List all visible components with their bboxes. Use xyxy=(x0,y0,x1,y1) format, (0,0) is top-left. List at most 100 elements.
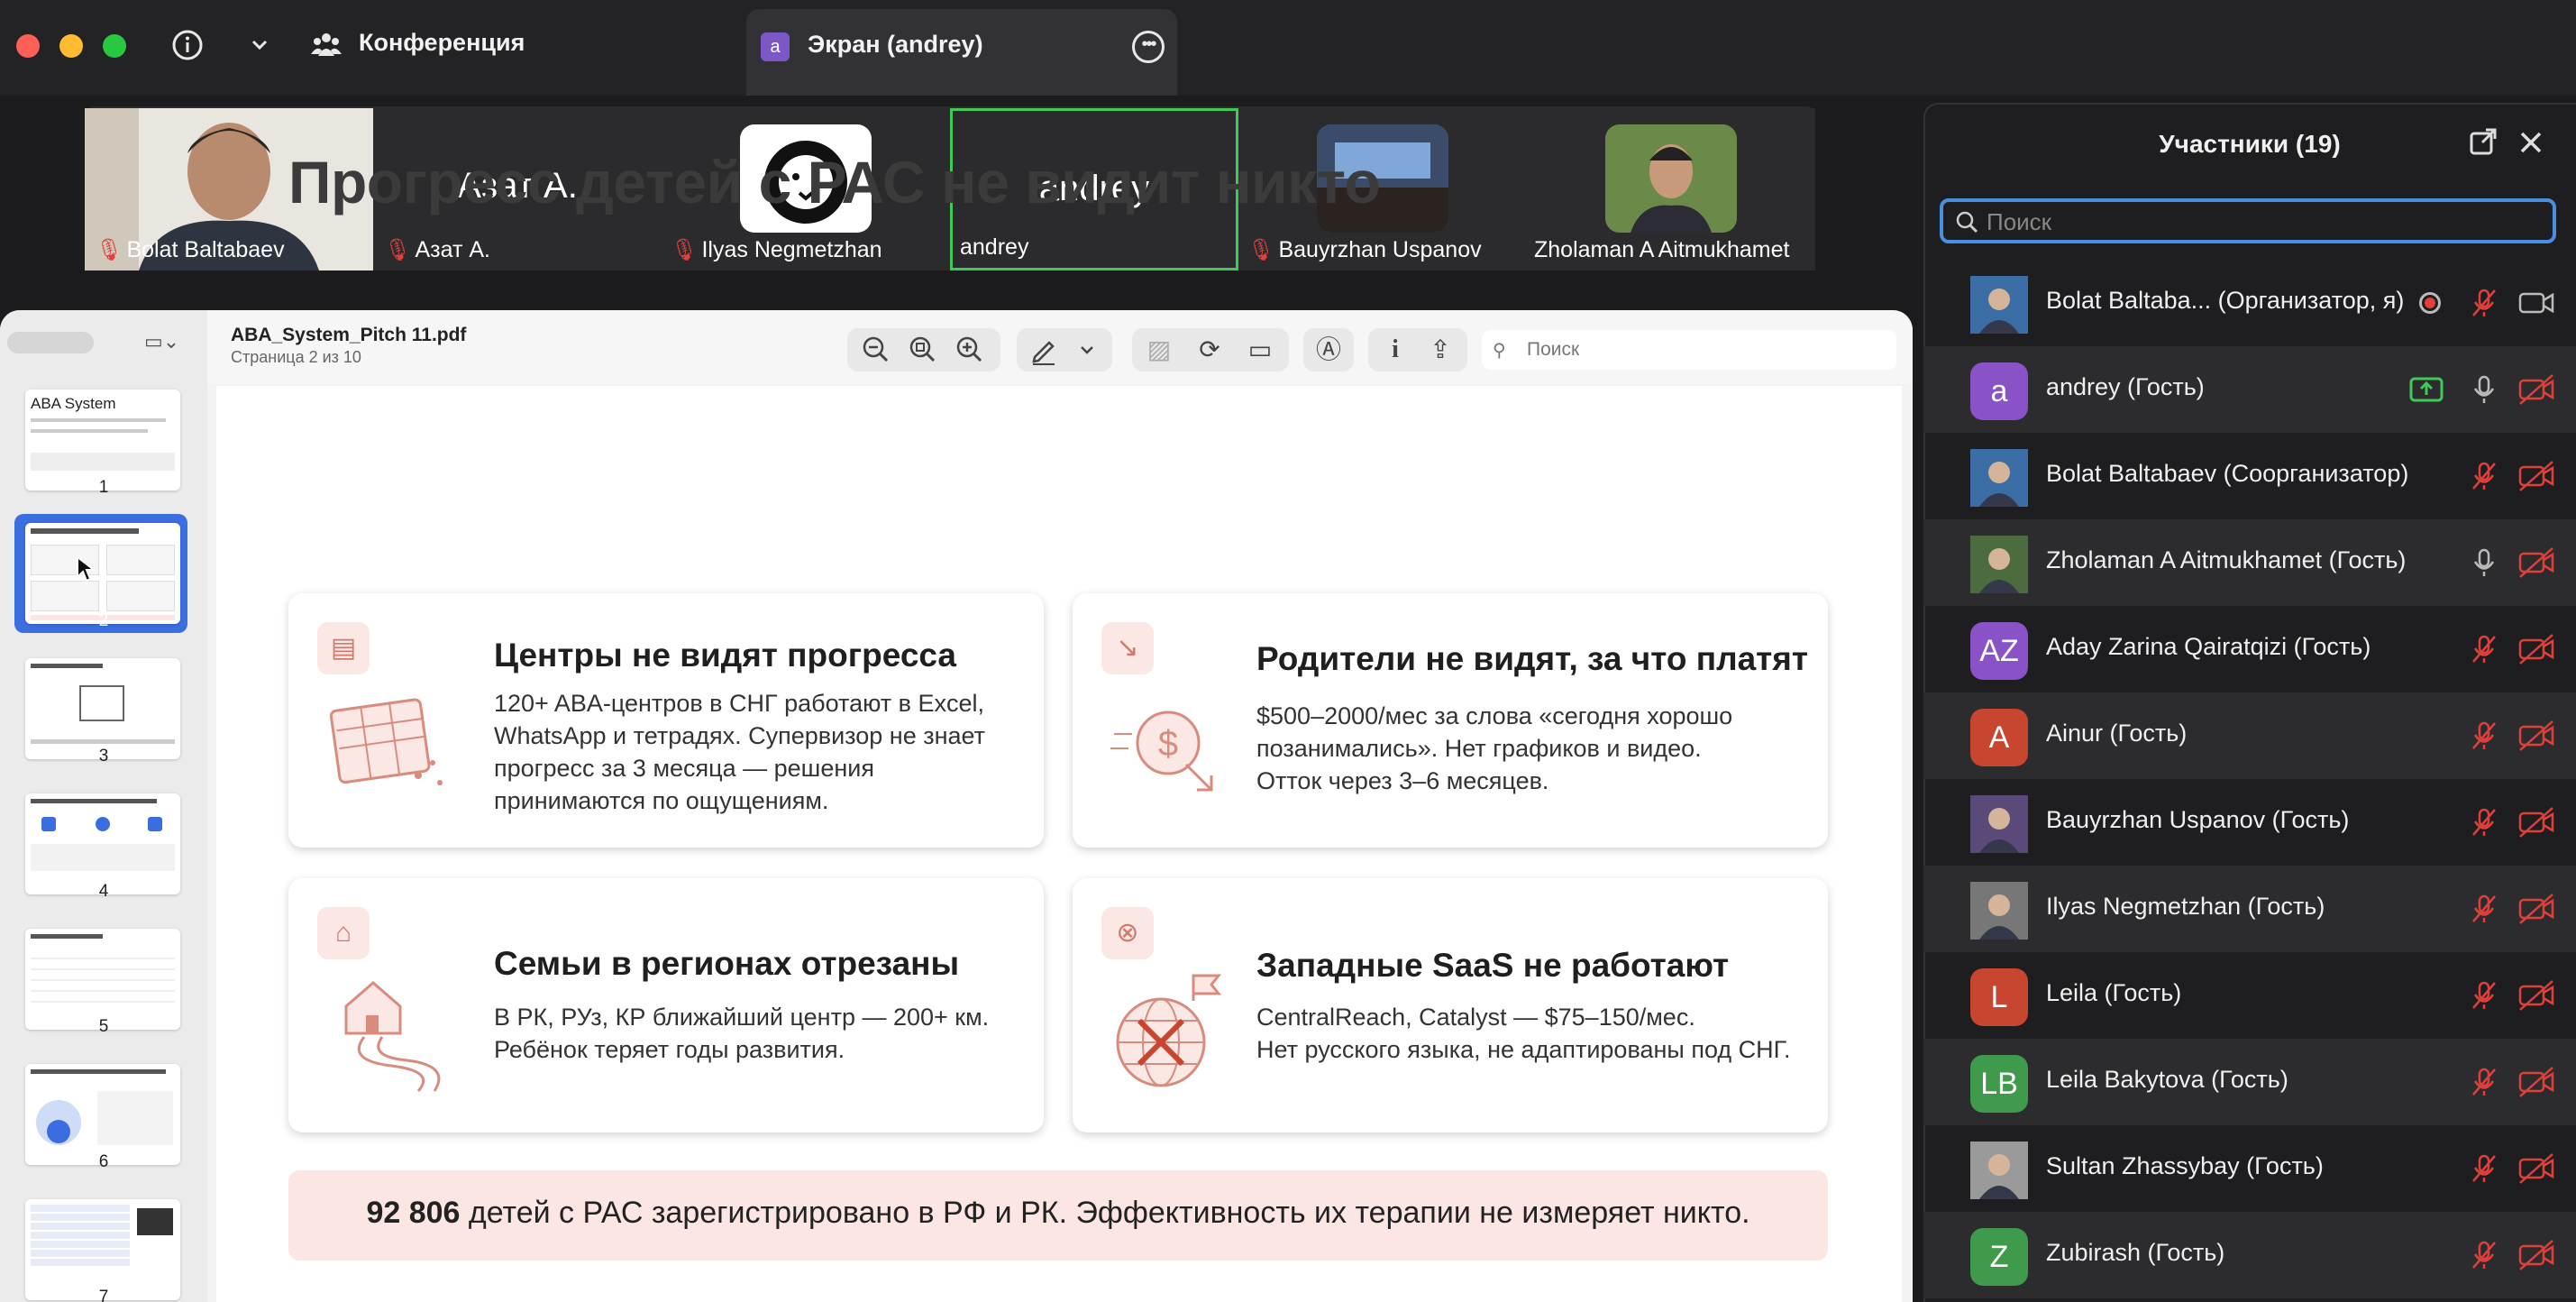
muted-mic-icon: 🎙︎ xyxy=(1247,238,1275,262)
thumbnail-number: 6 xyxy=(98,1152,109,1171)
document-name: ABA_System_Pitch 11.pdf xyxy=(231,325,467,345)
thumbnail-page-2-selected[interactable] xyxy=(25,523,180,624)
camera-off-icon[interactable] xyxy=(2517,373,2556,406)
thumbnail-page-6[interactable] xyxy=(25,1064,180,1165)
zoom-fit-icon[interactable] xyxy=(903,330,943,370)
thumbnail-page-5[interactable] xyxy=(25,929,180,1030)
person-photo-avatar xyxy=(1605,124,1737,233)
camera-off-icon[interactable] xyxy=(2517,806,2556,839)
muted-mic-icon[interactable] xyxy=(2468,979,2500,1012)
participants-search-input[interactable] xyxy=(1987,207,2527,236)
home-icon: ⌂ xyxy=(317,907,370,959)
banner-text: детей с РАС зарегистрировано в РФ и РК. … xyxy=(460,1196,1750,1230)
participant-row[interactable]: Zholaman A Aitmukhamet (Гость) xyxy=(1923,519,2576,606)
rotate-icon[interactable]: ⟳ xyxy=(1190,330,1229,370)
close-icon[interactable] xyxy=(2515,126,2547,159)
info-icon[interactable]: i xyxy=(1375,330,1415,370)
muted-mic-icon[interactable] xyxy=(2468,1152,2500,1185)
minimize-window-button[interactable] xyxy=(59,34,83,58)
tile-name: andrey xyxy=(960,234,1029,260)
participant-photo-avatar xyxy=(1970,1142,2028,1199)
mic-icon[interactable] xyxy=(2468,546,2500,579)
participant-photo-avatar xyxy=(1970,795,2028,853)
camera-off-icon[interactable] xyxy=(2517,979,2556,1012)
slide-title: Прогресс детей с РАС не видит никто xyxy=(288,149,1381,215)
participant-row[interactable]: Sultan Zhassybay (Гость) xyxy=(1923,1125,2576,1212)
muted-mic-icon: 🎙︎ xyxy=(96,238,123,262)
popout-icon[interactable] xyxy=(2466,126,2498,159)
tile-name: Zholaman A Aitmukhamet xyxy=(1534,237,1790,262)
participant-avatar: L xyxy=(1970,968,2028,1026)
camera-off-icon[interactable] xyxy=(2517,893,2556,925)
participant-row[interactable]: L Leila (Гость) xyxy=(1923,952,2576,1039)
participant-row[interactable]: Ilyas Negmetzhan (Гость) xyxy=(1923,866,2576,952)
participant-row[interactable]: Bolat Baltabaev (Соорганизатор) xyxy=(1923,433,2576,519)
participant-row[interactable]: A Ainur (Гость) xyxy=(1923,692,2576,779)
conference-tab-label[interactable]: Конференция xyxy=(359,29,525,57)
mic-icon[interactable] xyxy=(2468,373,2500,406)
participant-photo-avatar xyxy=(1970,276,2028,334)
card-text-line: CentralReach, Catalyst — $75–150/мес. xyxy=(1256,1004,1695,1031)
camera-off-icon[interactable] xyxy=(2517,1066,2556,1098)
camera-off-icon[interactable] xyxy=(2517,1239,2556,1271)
globe-cross-illustration xyxy=(1116,974,1222,1087)
mouse-cursor-icon xyxy=(77,555,96,582)
measure-icon[interactable]: ▭ xyxy=(1240,330,1280,370)
muted-mic-icon[interactable] xyxy=(2468,287,2500,319)
muted-mic-icon[interactable] xyxy=(2468,460,2500,492)
search-icon xyxy=(1956,211,1978,234)
thumbnail-page-7[interactable] xyxy=(25,1199,180,1300)
chevron-down-icon[interactable] xyxy=(1067,330,1107,370)
muted-mic-icon[interactable] xyxy=(2468,806,2500,839)
thumbnail-page-1[interactable]: ABA System xyxy=(25,390,180,491)
thumbnail-number: 1 xyxy=(98,478,109,497)
more-options-icon[interactable]: ••• xyxy=(1132,31,1165,63)
participant-name: Sultan Zhassybay (Гость) xyxy=(2046,1152,2324,1179)
zoom-window-button[interactable] xyxy=(103,34,126,58)
participant-avatar: A xyxy=(1970,709,2028,766)
participant-row[interactable]: LB Leila Bakytova (Гость) xyxy=(1923,1039,2576,1125)
participants-search-field[interactable] xyxy=(1940,198,2556,243)
card-text-line: принимаются по ощущениям. xyxy=(494,787,829,814)
zoom-in-icon[interactable] xyxy=(950,330,990,370)
camera-off-icon[interactable] xyxy=(2517,1152,2556,1185)
video-tile-zholaman[interactable]: Zholaman A Aitmukhamet xyxy=(1527,108,1815,270)
thumbnail-page-3[interactable] xyxy=(25,658,180,759)
camera-off-icon[interactable] xyxy=(2517,720,2556,752)
zoom-out-icon[interactable] xyxy=(856,330,896,370)
participant-row[interactable]: a andrey (Гость) xyxy=(1923,346,2576,433)
sidebar-toggle-button[interactable] xyxy=(7,332,94,353)
muted-mic-icon[interactable] xyxy=(2468,633,2500,665)
participant-row[interactable]: Bauyrzhan Uspanov (Гость) xyxy=(1923,779,2576,866)
chevron-down-icon[interactable] xyxy=(243,29,276,61)
muted-mic-icon[interactable] xyxy=(2468,1239,2500,1271)
thumbnail-page-4[interactable] xyxy=(25,793,180,894)
camera-off-icon[interactable] xyxy=(2517,546,2556,579)
participant-row[interactable]: Z Zubirash (Гость) xyxy=(1923,1212,2576,1298)
screen-share-tab-label: Экран (andrey) xyxy=(808,31,983,58)
camera-off-icon[interactable] xyxy=(2517,633,2556,665)
close-window-button[interactable] xyxy=(16,34,40,58)
pen-icon[interactable] xyxy=(1024,330,1064,370)
participant-name: Zholaman A Aitmukhamet (Гость) xyxy=(2046,546,2407,573)
trend-down-icon: ↘ xyxy=(1101,622,1154,674)
info-icon[interactable] xyxy=(171,29,204,61)
share-icon[interactable]: ⇪ xyxy=(1420,330,1460,370)
participant-photo-avatar xyxy=(1970,536,2028,593)
camera-off-icon[interactable] xyxy=(2517,460,2556,492)
banner-stat: 92 806 xyxy=(366,1196,461,1230)
tab-avatar: a xyxy=(761,32,790,61)
participant-row[interactable]: Bolat Baltaba... (Организатор, я) xyxy=(1923,260,2576,346)
card-text-line: В РК, РУз, КР ближайший центр — 200+ км. xyxy=(494,1004,990,1031)
muted-mic-icon[interactable] xyxy=(2468,893,2500,925)
muted-mic-icon[interactable] xyxy=(2468,720,2500,752)
camera-icon[interactable] xyxy=(2517,287,2556,319)
thumbnail-number: 7 xyxy=(98,1288,109,1302)
sidebar-view-icon[interactable]: ▭⌄ xyxy=(144,330,179,353)
participant-name: andrey (Гость) xyxy=(2046,373,2205,400)
page-indicator: Страница 2 из 10 xyxy=(231,348,361,366)
participant-row[interactable]: AZ Aday Zarina Qairatqizi (Гость) xyxy=(1923,606,2576,692)
image-placeholder-icon[interactable]: ▨ xyxy=(1139,330,1179,370)
muted-mic-icon[interactable] xyxy=(2468,1066,2500,1098)
annotate-icon[interactable]: Ⓐ xyxy=(1309,330,1348,370)
